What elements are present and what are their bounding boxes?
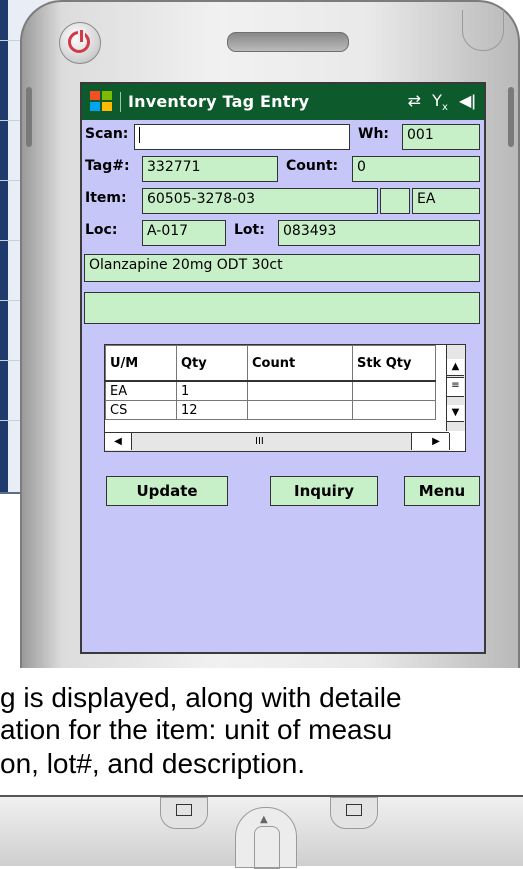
scroll-thumb[interactable]: ≡ [447, 377, 464, 397]
count-label: Count: [286, 158, 339, 174]
update-button[interactable]: Update [106, 476, 228, 506]
table-row[interactable]: CS 12 [105, 400, 436, 420]
dpad-center[interactable] [254, 826, 280, 869]
inquiry-button[interactable]: Inquiry [270, 476, 378, 506]
item-uom-field[interactable]: EA [412, 188, 480, 214]
description2-field[interactable] [84, 292, 480, 324]
cell-count [247, 400, 353, 420]
caption-line: g is displayed, along with detaile [0, 682, 402, 713]
keyboard-icon [346, 804, 362, 816]
navigation-pad[interactable]: ▲ [235, 807, 297, 869]
scroll-down-icon[interactable]: ▼ [447, 405, 464, 422]
signal-off-icon[interactable]: Yx [432, 91, 448, 113]
tag-number-field[interactable]: 332771 [142, 156, 278, 182]
cell-qty: 12 [176, 400, 248, 420]
sync-icon[interactable]: ⇄ [408, 91, 421, 110]
app-title: Inventory Tag Entry [128, 92, 310, 111]
device-body: Inventory Tag Entry ⇄ Yx ◀ǀ Scan: Wh: 00… [20, 0, 520, 668]
column-header[interactable]: Count [247, 345, 353, 382]
table-row[interactable]: EA 1 [105, 380, 436, 401]
device-side-notch [508, 87, 514, 147]
power-icon-stem [78, 28, 85, 44]
cell-um: CS [105, 400, 177, 420]
location-field[interactable]: A-017 [142, 220, 226, 246]
cell-stk-qty [352, 400, 436, 420]
soft-key-icon [176, 804, 192, 816]
text-cursor [139, 127, 140, 143]
wh-label: Wh: [358, 126, 390, 142]
tag-label: Tag#: [85, 158, 130, 174]
column-header[interactable]: Stk Qty [352, 345, 436, 382]
item-label: Item: [85, 190, 127, 206]
cell-qty: 1 [176, 380, 248, 401]
cell-um: EA [105, 380, 177, 401]
device-top-button[interactable] [462, 10, 504, 51]
scroll-up-icon[interactable]: ▲ [447, 359, 464, 376]
scroll-grip[interactable]: III [255, 433, 264, 450]
item-flag-field[interactable] [380, 188, 410, 214]
title-separator [120, 92, 121, 112]
right-soft-key[interactable] [330, 797, 378, 829]
caption: g is displayed, along with detaile ation… [0, 668, 523, 790]
cell-stk-qty [352, 380, 436, 401]
up-arrow-icon: ▲ [260, 814, 268, 825]
column-header[interactable]: Qty [176, 345, 248, 382]
count-field[interactable]: 0 [352, 156, 480, 182]
speaker-icon[interactable]: ◀ǀ [459, 91, 476, 110]
column-header[interactable]: U/M [105, 345, 177, 382]
power-button[interactable] [59, 22, 101, 64]
item-number-field[interactable]: 60505-3278-03 [142, 188, 378, 214]
background-window-bar [0, 0, 8, 492]
lot-label: Lot: [234, 222, 265, 238]
title-bar: Inventory Tag Entry ⇄ Yx ◀ǀ [82, 84, 484, 120]
vertical-scrollbar[interactable]: ▲ ≡ ▼ [446, 345, 465, 431]
left-soft-key[interactable] [160, 797, 208, 829]
device-screen: Inventory Tag Entry ⇄ Yx ◀ǀ Scan: Wh: 00… [80, 82, 486, 654]
uom-grid[interactable]: U/M Qty Count Stk Qty EA 1 CS 12 ▲ ≡ ▼ ◀… [104, 344, 466, 452]
speaker-grille [227, 32, 349, 52]
caption-line: on, lot#, and description. [0, 748, 306, 779]
scroll-left-icon[interactable]: ◀ [105, 433, 132, 450]
scan-input[interactable] [134, 124, 350, 150]
scroll-right-icon[interactable]: ▶ [423, 433, 450, 450]
form-content: Scan: Wh: 001 Tag#: 332771 Count: 0 Item… [82, 120, 484, 652]
loc-label: Loc: [85, 222, 118, 238]
menu-button[interactable]: Menu [404, 476, 480, 506]
lot-field[interactable]: 083493 [278, 220, 480, 246]
horizontal-scrollbar[interactable]: ◀ III ▶ [105, 432, 450, 451]
description-field[interactable]: Olanzapine 20mg ODT 30ct [84, 254, 480, 282]
grid-table: U/M Qty Count Stk Qty EA 1 CS 12 [105, 345, 436, 420]
scan-label: Scan: [85, 126, 129, 142]
warehouse-field[interactable]: 001 [402, 124, 480, 150]
status-icons: ⇄ Yx ◀ǀ [402, 91, 476, 113]
device-side-notch [26, 87, 32, 147]
grid-header-row: U/M Qty Count Stk Qty [105, 345, 436, 382]
device-bottom: ▲ [0, 795, 523, 869]
cell-count [247, 380, 353, 401]
windows-flag-icon[interactable] [90, 91, 114, 113]
caption-line: ation for the item: unit of measu [0, 714, 393, 745]
